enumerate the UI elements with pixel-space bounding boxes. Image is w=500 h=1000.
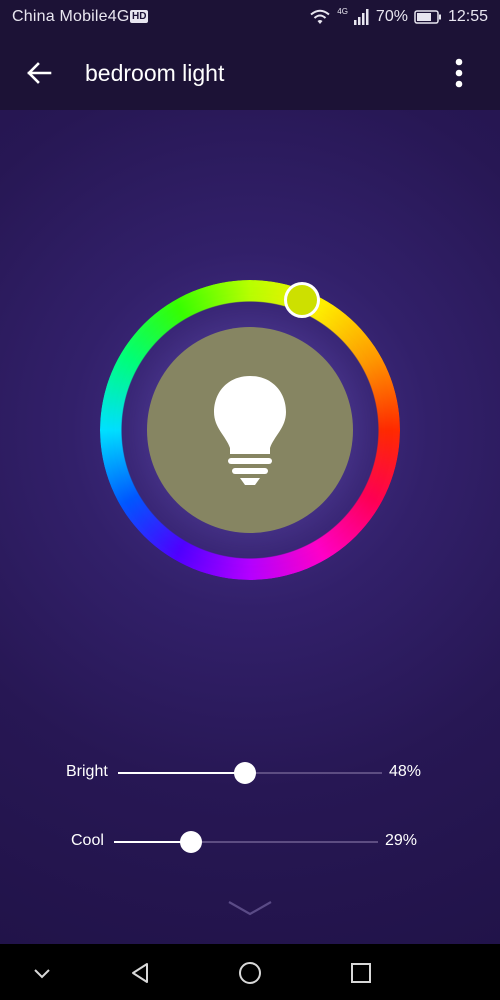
cool-slider-row: Cool 29% <box>0 827 500 857</box>
nav-back-button[interactable] <box>125 958 155 988</box>
cool-slider-track[interactable] <box>114 831 378 853</box>
bright-slider-track[interactable] <box>118 762 382 784</box>
nav-collapse-button[interactable] <box>27 958 57 988</box>
network-type: 4G <box>337 6 348 16</box>
color-wheel <box>100 280 400 580</box>
chevron-down-icon <box>34 969 50 979</box>
square-recents-icon <box>351 963 371 983</box>
bright-label: Bright <box>66 763 108 780</box>
light-control-panel: Bright 48% Cool 29% <box>0 110 500 944</box>
carrier-name: China Mobile4G <box>12 8 130 25</box>
wifi-icon <box>310 9 330 24</box>
nav-recents-button[interactable] <box>346 958 376 988</box>
hd-badge: HD <box>130 10 149 23</box>
bulb-toggle[interactable] <box>147 327 353 533</box>
signal-icon <box>353 9 369 25</box>
nav-home-button[interactable] <box>235 958 265 988</box>
battery-icon <box>414 10 441 24</box>
back-button[interactable] <box>20 54 58 92</box>
system-nav-bar <box>0 944 500 1000</box>
expand-button[interactable] <box>226 898 274 918</box>
circle-home-icon <box>239 962 261 984</box>
bright-value: 48% <box>389 763 422 780</box>
bright-slider-thumb[interactable] <box>233 762 256 784</box>
triangle-back-icon <box>132 963 148 983</box>
cool-label: Cool <box>71 832 104 849</box>
bright-slider-fill <box>118 772 245 774</box>
more-options-button[interactable] <box>440 54 478 92</box>
status-bar: China Mobile4G HD 4G 70% 12:55 <box>0 0 500 36</box>
lightbulb-icon <box>214 376 286 485</box>
battery-percent: 70% <box>375 8 408 25</box>
clock: 12:55 <box>447 8 488 25</box>
status-indicators: 4G 70% 12:55 <box>309 6 488 26</box>
chevron-down-icon <box>228 901 272 916</box>
arrow-left-icon <box>27 62 52 84</box>
page-title: bedroom light <box>85 60 225 86</box>
hue-selector-knob[interactable] <box>284 282 320 318</box>
cool-value: 29% <box>385 832 418 849</box>
bright-slider-row: Bright 48% <box>0 758 500 788</box>
more-vertical-icon <box>455 58 463 88</box>
app-bar: bedroom light <box>0 36 500 110</box>
cool-slider-thumb[interactable] <box>179 831 202 853</box>
